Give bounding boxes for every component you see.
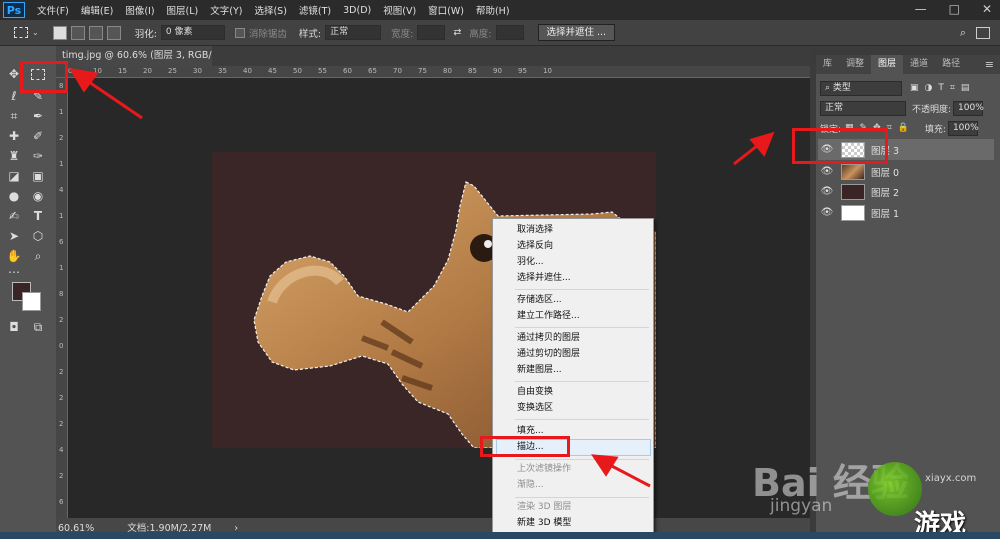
arrow-to-stroke <box>607 462 651 488</box>
arrow-to-marquee <box>85 78 143 120</box>
site-watermark: xiayx.com <box>925 473 977 484</box>
arrow-head-icon <box>69 67 99 93</box>
photoshop-window: Ps 文件(F) 编辑(E) 图像(I) 图层(L) 文字(Y) 选择(S) 滤… <box>0 0 1000 539</box>
arrow-head-icon <box>749 131 775 157</box>
jingyan-watermark: jingyan <box>770 496 833 516</box>
taskbar <box>0 532 1000 539</box>
arrow-head-icon <box>591 454 619 477</box>
